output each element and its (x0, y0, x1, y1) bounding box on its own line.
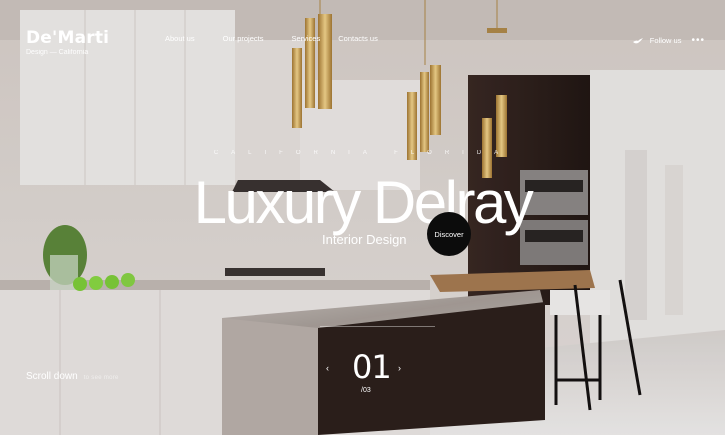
brand-name: De'Marti (26, 28, 110, 48)
follow-us-link[interactable]: Follow us (650, 36, 682, 45)
slide-counter: ‹ 01 /03 › (320, 326, 435, 398)
nav-item-contacts[interactable]: Contacts us (338, 34, 378, 43)
chevron-left-icon[interactable]: ‹ (326, 363, 329, 373)
nav-item-projects[interactable]: Our projects (223, 34, 264, 43)
follow-us: Follow us ••• (632, 35, 705, 45)
scroll-down-note: to see more (83, 375, 119, 381)
main-nav: About us Our projects Services Contacts … (165, 34, 378, 43)
bird-icon (632, 37, 643, 43)
slide-total: /03 (361, 387, 371, 394)
hero-subtitle: Interior Design (322, 232, 407, 247)
more-dots-icon[interactable]: ••• (691, 35, 705, 45)
brand-tagline: Design — California (26, 49, 89, 56)
chevron-right-icon[interactable]: › (398, 363, 401, 373)
hero-section: De'Marti Design — California About us Ou… (0, 0, 725, 435)
scroll-down[interactable]: Scroll down to see more (26, 371, 119, 382)
brand-logo[interactable]: De'Marti Design — California (26, 30, 109, 58)
hero-eyebrow: CALIFORNIA FLORIDA (213, 150, 512, 156)
slide-current: 01 (352, 348, 392, 386)
hero-title: Luxury Delray (193, 169, 534, 236)
slider-divider (320, 326, 435, 327)
nav-item-about[interactable]: About us (165, 34, 195, 43)
nav-item-services[interactable]: Services (291, 34, 320, 43)
discover-button[interactable]: Discover (427, 212, 471, 256)
scroll-down-label: Scroll down (26, 371, 78, 382)
